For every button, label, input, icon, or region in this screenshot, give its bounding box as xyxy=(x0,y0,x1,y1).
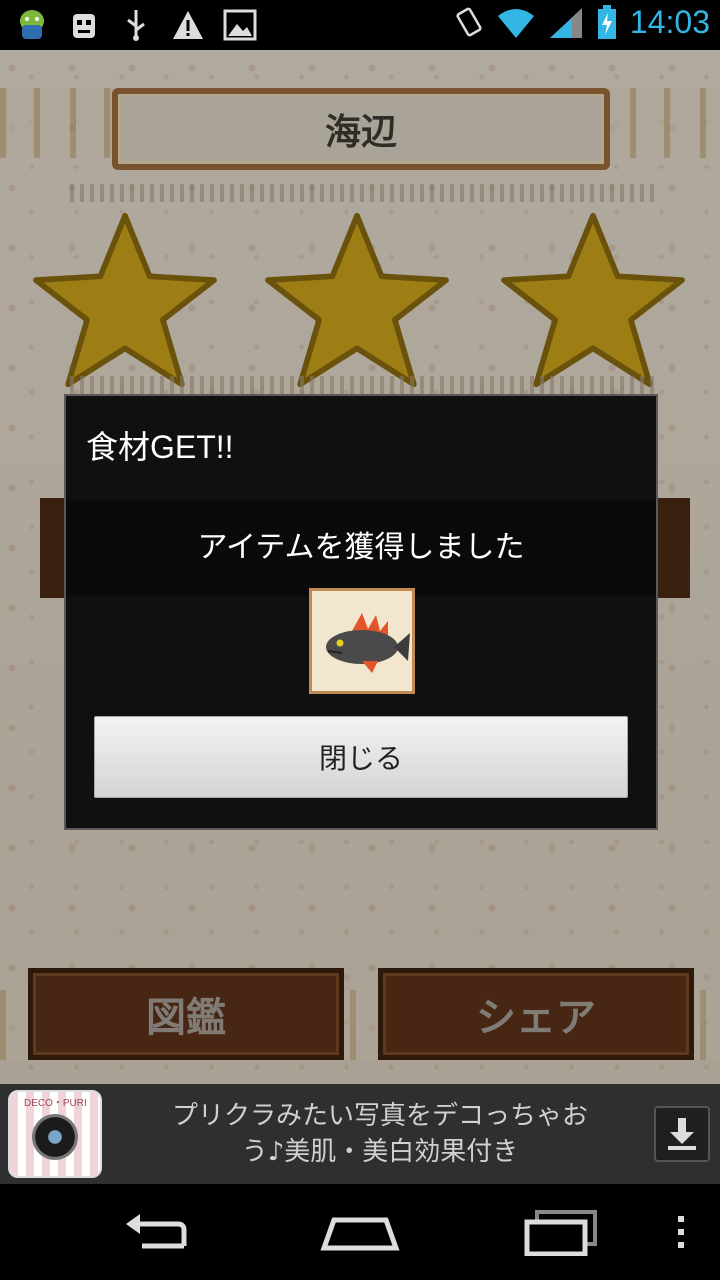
close-button[interactable]: 閉じる xyxy=(94,716,628,798)
warning-icon xyxy=(170,6,206,44)
ad-text-line1: プリクラみたい写真をデコっちゃお xyxy=(171,1101,588,1131)
dialog-title: 食材GET!! xyxy=(86,429,234,465)
battery-charging-icon xyxy=(597,4,616,39)
clock: 14:03 xyxy=(629,4,710,40)
ad-banner[interactable]: DECO・PURI プリクラみたい写真をデコっちゃお う♪美肌・美白効果付き xyxy=(0,1084,720,1184)
ad-brand: DECO・PURI xyxy=(24,1098,87,1109)
download-icon[interactable] xyxy=(654,1106,710,1162)
item-get-dialog: 食材GET!! アイテムを獲得しました 閉じる xyxy=(64,394,658,830)
image-icon xyxy=(222,6,258,44)
dialog-message: アイテムを獲得しました xyxy=(197,530,525,565)
robot-icon xyxy=(66,6,102,44)
navigation-bar xyxy=(0,1184,720,1280)
overflow-menu-icon[interactable] xyxy=(656,1204,706,1260)
home-icon[interactable] xyxy=(315,1204,405,1260)
ad-app-icon[interactable]: DECO・PURI xyxy=(8,1090,102,1178)
wifi-icon xyxy=(497,8,534,38)
camera-lens-icon xyxy=(32,1114,78,1160)
vibrate-icon xyxy=(456,7,482,36)
ad-text[interactable]: プリクラみたい写真をデコっちゃお う♪美肌・美白効果付き xyxy=(120,1098,640,1170)
recent-apps-icon[interactable] xyxy=(516,1204,606,1260)
back-icon[interactable] xyxy=(115,1204,205,1260)
android-icon xyxy=(14,6,50,44)
signal-icon xyxy=(549,7,582,38)
usb-icon xyxy=(118,6,154,44)
close-button-label: 閉じる xyxy=(318,742,403,775)
status-bar: 14:03 xyxy=(0,0,720,50)
fish-item-icon xyxy=(309,588,415,694)
ad-text-line2: う♪美肌・美白効果付き xyxy=(241,1137,519,1167)
